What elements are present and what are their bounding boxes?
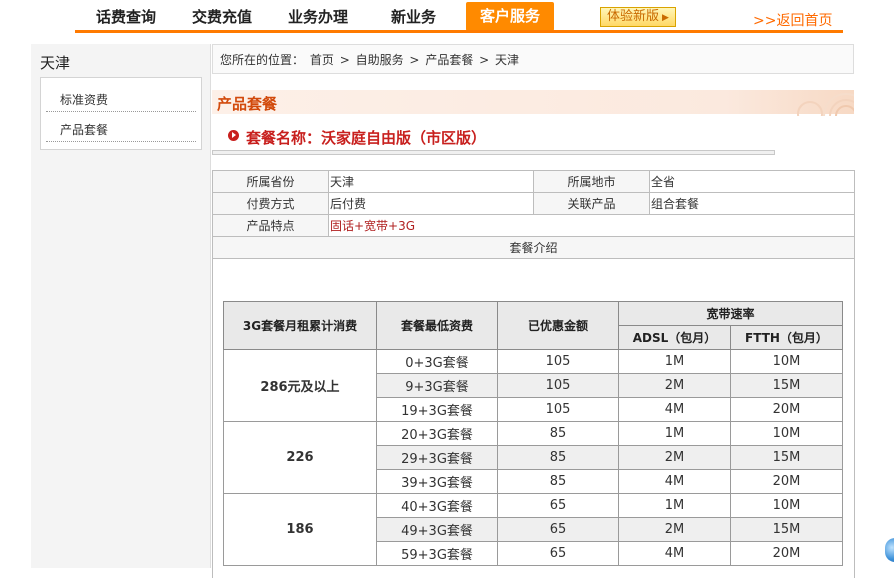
breadcrumb-separator: > <box>339 53 350 67</box>
play-arrow-icon: ▶ <box>662 13 669 23</box>
monthly-consumption-cell: 286元及以上 <box>223 349 377 422</box>
rates-header-row: 3G套餐月租累计消费 套餐最低资费 已优惠金额 宽带速率 <box>223 301 843 350</box>
decorative-swirl-icon <box>797 93 854 116</box>
monthly-consumption-cell: 186 <box>223 493 377 566</box>
header-adsl: ADSL（包月） <box>618 325 731 350</box>
pay-label: 付费方式 <box>212 192 329 215</box>
ftth-cell: 10M <box>730 493 843 518</box>
city-value: 全省 <box>649 170 855 193</box>
adsl-cell: 4M <box>618 541 731 566</box>
min-fee-cell: 20+3G套餐 <box>376 421 498 446</box>
intro-label: 套餐介绍 <box>212 236 855 259</box>
ftth-cell: 20M <box>730 469 843 494</box>
table-row: 286元及以上 0+3G套餐 105 1M 10M <box>223 349 843 422</box>
nav-customer-service[interactable]: 客户服务 <box>466 2 555 31</box>
ftth-cell: 10M <box>730 421 843 446</box>
nav-payment[interactable]: 交费充值 <box>192 6 252 28</box>
min-fee-cell: 39+3G套餐 <box>376 469 498 494</box>
adsl-cell: 1M <box>618 421 731 446</box>
info-row: 付费方式 后付费 关联产品 组合套餐 <box>212 192 855 215</box>
sidebar-menu: 标准资费 产品套餐 <box>40 77 202 150</box>
monthly-consumption-cell: 226 <box>223 421 377 494</box>
breadcrumb: 您所在的位置： 首页 > 自助服务 > 产品套餐 > 天津 <box>212 44 854 74</box>
breadcrumb-separator: > <box>409 53 420 67</box>
header-min-fee: 套餐最低资费 <box>376 301 498 350</box>
discount-cell: 105 <box>497 397 619 422</box>
discount-cell: 85 <box>497 421 619 446</box>
feature-label: 产品特点 <box>212 214 329 237</box>
discount-cell: 105 <box>497 373 619 398</box>
header-speed: 宽带速率 <box>618 301 843 326</box>
related-label: 关联产品 <box>533 192 650 215</box>
adsl-cell: 1M <box>618 493 731 518</box>
trial-label: 体验新版 <box>607 9 660 24</box>
header-discount: 已优惠金额 <box>497 301 619 350</box>
min-fee-cell: 0+3G套餐 <box>376 349 498 374</box>
min-fee-cell: 49+3G套餐 <box>376 517 498 542</box>
discount-cell: 65 <box>497 541 619 566</box>
adsl-cell: 4M <box>618 469 731 494</box>
floating-help-icon[interactable] <box>885 538 894 562</box>
top-navigation: 话费查询 交费充值 业务办理 新业务 客户服务 体验新版 ▶ >>返回首页 <box>0 0 894 36</box>
info-row: 套餐介绍 <box>212 236 855 259</box>
discount-cell: 65 <box>497 517 619 542</box>
ftth-cell: 15M <box>730 517 843 542</box>
discount-cell: 65 <box>497 493 619 518</box>
nav-new-business[interactable]: 新业务 <box>391 6 436 28</box>
section-title: 产品套餐 <box>217 95 278 113</box>
package-info-table: 所属省份 天津 所属地市 全省 付费方式 后付费 关联产品 组合套餐 产品特点 … <box>212 170 855 259</box>
adsl-cell: 4M <box>618 397 731 422</box>
city-label: 所属地市 <box>533 170 650 193</box>
ftth-cell: 10M <box>730 349 843 374</box>
min-fee-cell: 40+3G套餐 <box>376 493 498 518</box>
related-value: 组合套餐 <box>649 192 855 215</box>
info-row: 产品特点 固话+宽带+3G <box>212 214 855 237</box>
package-name: 套餐名称：沃家庭自由版（市区版） <box>246 129 487 147</box>
adsl-cell: 2M <box>618 517 731 542</box>
min-fee-cell: 9+3G套餐 <box>376 373 498 398</box>
breadcrumb-separator: > <box>479 53 490 67</box>
adsl-cell: 2M <box>618 373 731 398</box>
package-rates-table: 3G套餐月租累计消费 套餐最低资费 已优惠金额 宽带速率 ADSL（包月） FT… <box>223 301 843 566</box>
rates-body: 286元及以上 0+3G套餐 105 1M 10M 9+3G套餐 105 2M 15M 19+3G… <box>223 349 843 566</box>
province-value: 天津 <box>328 170 534 193</box>
min-fee-cell: 29+3G套餐 <box>376 445 498 470</box>
sidebar-item-product-packages[interactable]: 产品套餐 <box>46 118 196 142</box>
header-monthly: 3G套餐月租累计消费 <box>223 301 377 350</box>
return-home-link[interactable]: >>返回首页 <box>753 10 832 30</box>
breadcrumb-current: 天津 <box>495 53 520 67</box>
province-label: 所属省份 <box>212 170 329 193</box>
header-ftth: FTTH（包月） <box>730 325 843 350</box>
play-bullet-icon <box>228 130 239 141</box>
trial-new-version-button[interactable]: 体验新版 ▶ <box>600 7 676 27</box>
discount-cell: 85 <box>497 445 619 470</box>
ftth-cell: 15M <box>730 445 843 470</box>
discount-cell: 105 <box>497 349 619 374</box>
table-row: 226 20+3G套餐 85 1M 10M <box>223 421 843 494</box>
ftth-cell: 20M <box>730 397 843 422</box>
min-fee-cell: 59+3G套餐 <box>376 541 498 566</box>
table-row: 186 40+3G套餐 65 1M 10M <box>223 493 843 566</box>
breadcrumb-product-packages[interactable]: 产品套餐 <box>425 53 473 67</box>
info-row: 所属省份 天津 所属地市 全省 <box>212 170 855 193</box>
feature-value: 固话+宽带+3G <box>328 214 855 237</box>
adsl-cell: 2M <box>618 445 731 470</box>
adsl-cell: 1M <box>618 349 731 374</box>
ftth-cell: 15M <box>730 373 843 398</box>
nav-business[interactable]: 业务办理 <box>288 6 348 28</box>
package-divider <box>212 150 775 155</box>
nav-bill-query[interactable]: 话费查询 <box>96 6 156 28</box>
sidebar-title: 天津 <box>40 54 71 72</box>
discount-cell: 85 <box>497 469 619 494</box>
breadcrumb-home[interactable]: 首页 <box>310 53 334 67</box>
breadcrumb-prefix: 您所在的位置： <box>220 53 305 67</box>
min-fee-cell: 19+3G套餐 <box>376 397 498 422</box>
sidebar-item-standard-rates[interactable]: 标准资费 <box>46 88 196 112</box>
breadcrumb-self-service[interactable]: 自助服务 <box>356 53 404 67</box>
nav-underline <box>75 30 843 33</box>
ftth-cell: 20M <box>730 541 843 566</box>
pay-value: 后付费 <box>328 192 534 215</box>
section-header-bar <box>212 90 854 114</box>
